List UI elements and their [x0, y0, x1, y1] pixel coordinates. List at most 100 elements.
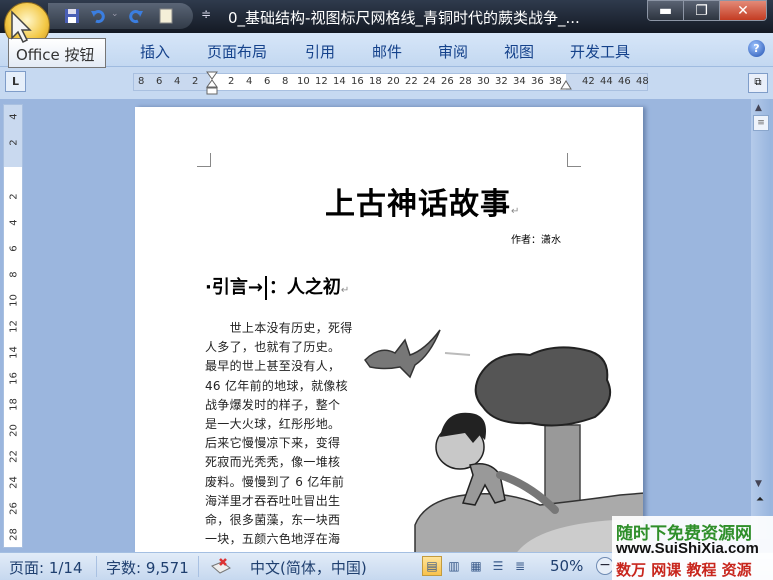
ruler-tick-label: 20: [387, 76, 400, 87]
ruler-tick-label: 2: [8, 139, 20, 146]
tab-insert[interactable]: 插入: [140, 41, 170, 62]
ruler-tick-label: 4: [8, 113, 20, 120]
ruler-left-margin: [134, 74, 210, 90]
scroll-down-icon[interactable]: ▼: [755, 479, 762, 489]
tab-stop-selector[interactable]: L: [5, 71, 26, 92]
body-line: 死寂而光秃秃，像一堆核: [205, 455, 341, 470]
tab-mailings[interactable]: 邮件: [372, 41, 402, 62]
save-icon[interactable]: [64, 8, 80, 24]
tab-page-layout[interactable]: 页面布局: [207, 41, 267, 62]
scrollbar-thumb[interactable]: ≡: [753, 115, 769, 131]
body-line: 废料。慢慢到了 6 亿年前: [205, 474, 345, 489]
watermark-line-3: 数万 网课 教程 资源: [616, 561, 752, 579]
page-count[interactable]: 页面: 1/14: [9, 557, 83, 578]
ribbon-tabs: 插入 页面布局 引用 邮件 审阅 视图 开发工具 ?: [0, 33, 773, 67]
body-line: 命，很多菌藻，东一块西: [205, 513, 341, 528]
tab-view[interactable]: 视图: [504, 41, 534, 62]
body-paragraph[interactable]: 世上本没有历史，死得 人多了，也就有了历史。 最早的世上甚至没有人， 46 亿年…: [205, 319, 353, 549]
word-count[interactable]: 字数: 9,571: [106, 557, 189, 578]
restore-button[interactable]: ❐: [684, 1, 720, 20]
ruler-tick-label: 10: [297, 76, 310, 87]
window-controls: ▬ ❐ ✕: [647, 0, 767, 21]
watermark: 随时下免费资源网 www.SuiShiXia.com 数万 网课 教程 资源: [612, 516, 773, 580]
undo-icon[interactable]: [90, 8, 106, 24]
body-line: 一块，五颜六色地浮在海: [205, 532, 341, 547]
undo-dropdown-icon[interactable]: ⌄: [111, 9, 119, 19]
customize-qat-icon[interactable]: ≑: [201, 7, 211, 21]
body-line: 世上本没有历史，死得: [205, 321, 353, 335]
title-bar: ⌄ ≑ 0_基础结构-视图标尺网格线_青铜时代的蕨类战争_... ▬ ❐ ✕: [0, 0, 773, 33]
full-screen-reading-button[interactable]: ▥: [444, 556, 464, 576]
status-separator: [198, 556, 199, 577]
ruler-tick-label: 24: [8, 476, 20, 489]
ruler-tick-label: 32: [495, 76, 508, 87]
scroll-up-icon[interactable]: ▲: [755, 103, 762, 113]
body-line: 最早的世上甚至没有人，: [205, 359, 341, 374]
watermark-line-2: www.SuiShiXia.com: [616, 540, 759, 557]
document-title-text: 上古神话故事: [325, 187, 511, 222]
ruler-tick-label: 4: [246, 76, 253, 87]
view-buttons: ▤ ▥ ▦ ☰ ≣: [422, 556, 530, 576]
ruler-tick-label: 14: [333, 76, 346, 87]
ruler-tick-label: 22: [405, 76, 418, 87]
ruler-tick-label: 8: [138, 76, 145, 87]
ruler-tick-label: 12: [315, 76, 328, 87]
ruler-tick-label: 16: [8, 372, 20, 385]
ruler-tick-label: 36: [531, 76, 544, 87]
ruler-tick-label: 2: [8, 193, 20, 200]
close-button[interactable]: ✕: [720, 1, 766, 20]
web-layout-button[interactable]: ▦: [466, 556, 486, 576]
tab-references[interactable]: 引用: [305, 41, 335, 62]
ruler-tick-label: 10: [8, 294, 20, 307]
indent-marker-icon[interactable]: [206, 71, 218, 95]
print-layout-view-button[interactable]: ▤: [422, 556, 442, 576]
ruler-tick-label: 26: [441, 76, 454, 87]
draft-view-button[interactable]: ≣: [510, 556, 530, 576]
help-icon[interactable]: ?: [748, 40, 765, 57]
ruler-tick-label: 22: [8, 450, 20, 463]
ruler-tick-label: 18: [369, 76, 382, 87]
section-heading[interactable]: ·引言→ ：人之初↵: [205, 273, 349, 300]
window-title: 0_基础结构-视图标尺网格线_青铜时代的蕨类战争_...: [228, 9, 580, 27]
ruler-tick-label: 30: [477, 76, 490, 87]
ruler-tick-label: 18: [8, 398, 20, 411]
new-document-icon[interactable]: [158, 8, 174, 24]
paragraph-mark: ↵: [511, 206, 521, 217]
language-indicator[interactable]: 中文(简体，中国): [250, 557, 367, 578]
ruler-tick-label: 6: [8, 245, 20, 252]
proofing-icon[interactable]: [210, 556, 232, 576]
caveman-illustration[interactable]: [355, 325, 643, 552]
tab-review[interactable]: 审阅: [438, 41, 468, 62]
ruler-tick-label: 2: [228, 76, 235, 87]
tab-developer[interactable]: 开发工具: [570, 41, 630, 62]
outline-view-button[interactable]: ☰: [488, 556, 508, 576]
redo-icon[interactable]: [128, 8, 144, 24]
quick-access-toolbar: ⌄: [48, 3, 193, 29]
crop-mark-top-left: [197, 153, 211, 167]
section-title: ：人之初: [268, 277, 341, 298]
ruler-row: L 8 6 4 2 2 4 6 8 10 12 14 16 18 20 22 2…: [0, 67, 773, 99]
body-line: 战争爆发时的样子，整个: [205, 397, 341, 412]
document-page[interactable]: 上古神话故事↵ 作者：潇水 ·引言→ ：人之初↵ 世上本没有历史，死得 人多了，也…: [135, 107, 643, 552]
ruler-tick-label: 28: [459, 76, 472, 87]
right-indent-marker-icon[interactable]: [560, 80, 572, 90]
ruler-tick-label: 28: [8, 528, 20, 541]
crop-mark-top-right: [567, 153, 581, 167]
ruler-tick-label: 44: [600, 76, 613, 87]
author-line[interactable]: 作者：潇水: [511, 231, 561, 246]
view-ruler-button[interactable]: ⧉: [748, 73, 768, 93]
ruler-tick-label: 4: [174, 76, 181, 87]
ruler-tick-label: 26: [8, 502, 20, 515]
minimize-button[interactable]: ▬: [648, 1, 684, 20]
vertical-ruler[interactable]: 4 2 2 4 6 8 10 12 14 16 18 20 22 24 26 2…: [3, 104, 23, 548]
zoom-level[interactable]: 50%: [550, 557, 583, 575]
horizontal-ruler[interactable]: 8 6 4 2 2 4 6 8 10 12 14 16 18 20 22 24 …: [133, 71, 649, 95]
body-line: 海洋里才吞吞吐吐冒出生: [205, 493, 341, 508]
document-title[interactable]: 上古神话故事↵: [325, 179, 520, 223]
previous-page-icon[interactable]: ⏶: [756, 494, 764, 505]
ruler-tick-label: 4: [8, 219, 20, 226]
ruler-tick-label: 6: [156, 76, 163, 87]
ruler-tick-label: 24: [423, 76, 436, 87]
body-line: 46 亿年前的地球，就像核: [205, 378, 348, 393]
vertical-scrollbar[interactable]: ▲ ≡ ▼ ⏶: [751, 99, 771, 539]
